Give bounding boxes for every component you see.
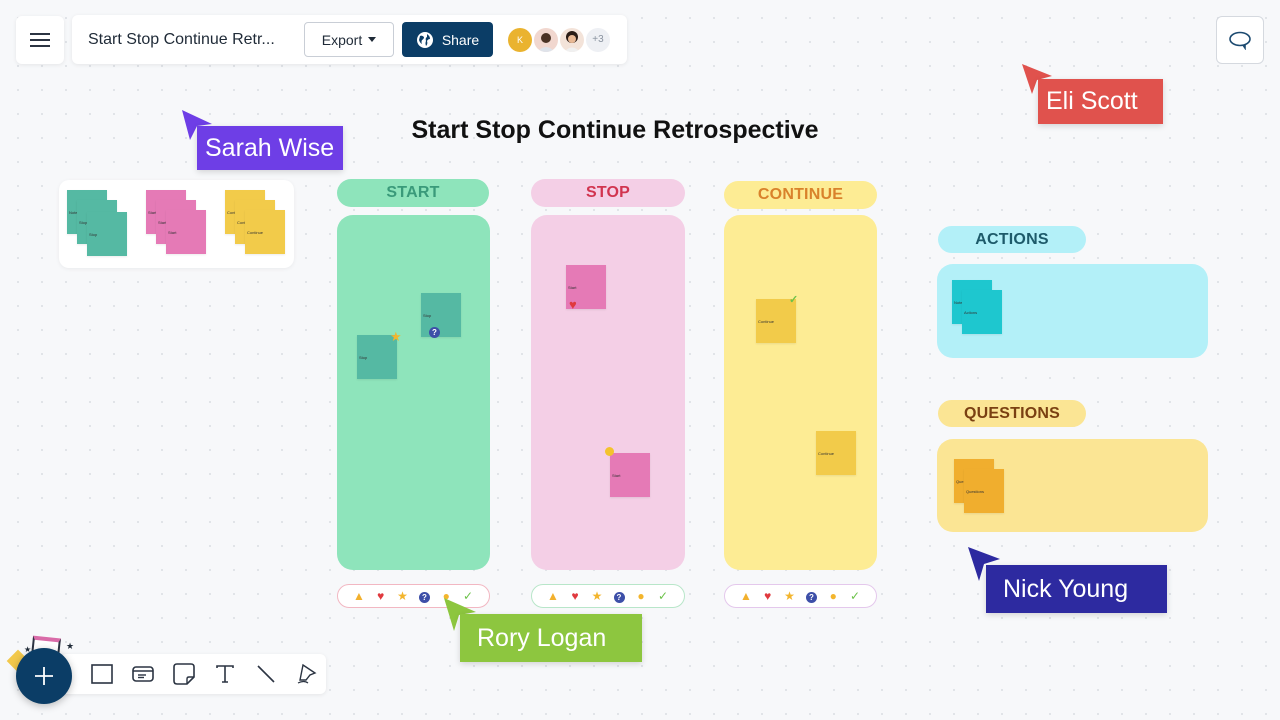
heart-icon[interactable]: ♥ [374, 590, 388, 602]
star-icon[interactable]: ★ [396, 590, 410, 602]
export-label: Export [321, 31, 363, 48]
sticky-note[interactable]: Actions [962, 290, 1002, 334]
sticky-note: Continue [245, 210, 285, 254]
sparkle-icon: ★ [66, 641, 75, 651]
rectangle-tool[interactable] [90, 662, 114, 686]
add-button[interactable] [16, 648, 72, 704]
bulb-icon[interactable]: ● [634, 590, 648, 602]
collaborator-avatars: K +3 [508, 27, 610, 52]
bulb-icon [605, 447, 614, 456]
heart-icon: ♥ [569, 297, 577, 312]
sticky-note-tool[interactable] [172, 662, 196, 686]
sticky-text: Continue [758, 318, 775, 324]
question-icon: ? [429, 327, 440, 338]
sticky-text: Stop [89, 231, 98, 237]
sticky-text: Start [612, 472, 621, 478]
sticky-text: Start [168, 229, 177, 235]
sticky-note-icon [173, 663, 195, 685]
palette-stack-start[interactable]: Note Stop Stop [67, 190, 127, 258]
column-header-stop: STOP [531, 179, 685, 207]
star-icon[interactable]: ★ [590, 590, 604, 602]
card-tool[interactable] [131, 662, 155, 686]
sticky-note[interactable]: Stop [421, 293, 461, 337]
column-continue[interactable]: Continue ✓ Continue [724, 215, 877, 570]
sticky-text: Stop [359, 354, 368, 360]
question-icon[interactable]: ? [612, 590, 626, 603]
sticky-note[interactable]: Start [610, 453, 650, 497]
check-icon[interactable]: ✓ [848, 590, 862, 602]
sticky-text: Continue [818, 450, 835, 456]
check-icon[interactable]: ✓ [656, 590, 670, 602]
person-photo-icon [564, 30, 580, 52]
star-icon[interactable]: ★ [783, 590, 797, 602]
palette-stack-stop[interactable]: Start Start Start [146, 190, 206, 258]
question-icon[interactable]: ? [804, 590, 818, 603]
reaction-bar-stop: ▲ ♥ ★ ? ● ✓ [531, 584, 685, 608]
column-header-continue: CONTINUE [724, 181, 877, 209]
column-start[interactable]: Stop ? Stop ★ [337, 215, 490, 570]
cursor-name-tag: Nick Young [986, 565, 1167, 613]
globe-icon [416, 31, 433, 48]
hamburger-icon [30, 33, 50, 47]
column-stop[interactable]: Start ♥ Start [531, 215, 685, 570]
line-tool[interactable] [254, 662, 278, 686]
reaction-bar-continue: ▲ ♥ ★ ? ● ✓ [724, 584, 877, 608]
share-label: Share [441, 31, 480, 48]
cursor-name-tag: Rory Logan [460, 614, 642, 662]
text-tool[interactable] [213, 662, 237, 686]
sticky-text: Continue [247, 229, 264, 235]
rectangle-icon [91, 664, 113, 684]
palette-stack-continue[interactable]: Cont Cont Continue [225, 190, 285, 258]
person-photo-icon [537, 32, 555, 52]
star-icon: ★ [390, 329, 402, 344]
heart-icon[interactable]: ♥ [568, 590, 582, 602]
section-actions[interactable]: Note Actions [937, 264, 1208, 358]
document-title[interactable]: Start Stop Continue Retr... [88, 31, 304, 49]
section-header-actions: ACTIONS [938, 226, 1086, 253]
heart-icon[interactable]: ♥ [761, 590, 775, 602]
check-icon: ✓ [789, 294, 799, 306]
share-button[interactable]: Share [402, 22, 493, 57]
sticky-text: Stop [79, 219, 88, 225]
sticky-text: Actions [964, 309, 978, 315]
export-button[interactable]: Export [304, 22, 394, 57]
sticky-note-palette[interactable]: Note Stop Stop Start Start Start Cont Co… [59, 180, 294, 268]
avatar[interactable] [534, 27, 558, 52]
cursor-name-tag: Eli Scott [1038, 79, 1163, 124]
main-menu-button[interactable] [16, 16, 64, 64]
avatar[interactable] [560, 27, 584, 52]
sticky-text: Stop [423, 312, 432, 318]
caret-down-icon [368, 37, 377, 42]
sticky-text: Que [956, 478, 964, 484]
pen-tool[interactable] [295, 662, 319, 686]
sticky-note[interactable]: Questions [964, 469, 1004, 513]
section-header-questions: QUESTIONS [938, 400, 1086, 427]
more-collaborators-badge[interactable]: +3 [586, 27, 610, 52]
sticky-note[interactable]: Continue [816, 431, 856, 475]
card-icon [132, 666, 154, 682]
sticky-text: Questions [966, 488, 985, 494]
comments-button[interactable] [1216, 16, 1264, 64]
top-toolbar: Start Stop Continue Retr... Export Share… [72, 15, 627, 64]
board-title: Start Stop Continue Retrospective [411, 116, 819, 144]
bulb-icon[interactable]: ● [826, 590, 840, 602]
sticky-text: Start [568, 284, 577, 290]
sticky-note: Start [166, 210, 206, 254]
bottom-toolbar [60, 654, 326, 694]
question-icon[interactable]: ? [417, 590, 431, 603]
text-icon [216, 665, 234, 683]
sticky-note: Stop [87, 212, 127, 256]
line-icon [257, 665, 275, 683]
plus-icon [35, 667, 53, 685]
section-questions[interactable]: Que Questions [937, 439, 1208, 532]
cursor-name-tag: Sarah Wise [197, 126, 343, 170]
thumbs-up-icon[interactable]: ▲ [546, 590, 560, 602]
column-header-start: START [337, 179, 489, 207]
comment-icon [1229, 31, 1251, 50]
avatar[interactable]: K [508, 27, 532, 52]
thumbs-up-icon[interactable]: ▲ [352, 590, 366, 602]
pen-icon [297, 663, 317, 684]
thumbs-up-icon[interactable]: ▲ [739, 590, 753, 602]
